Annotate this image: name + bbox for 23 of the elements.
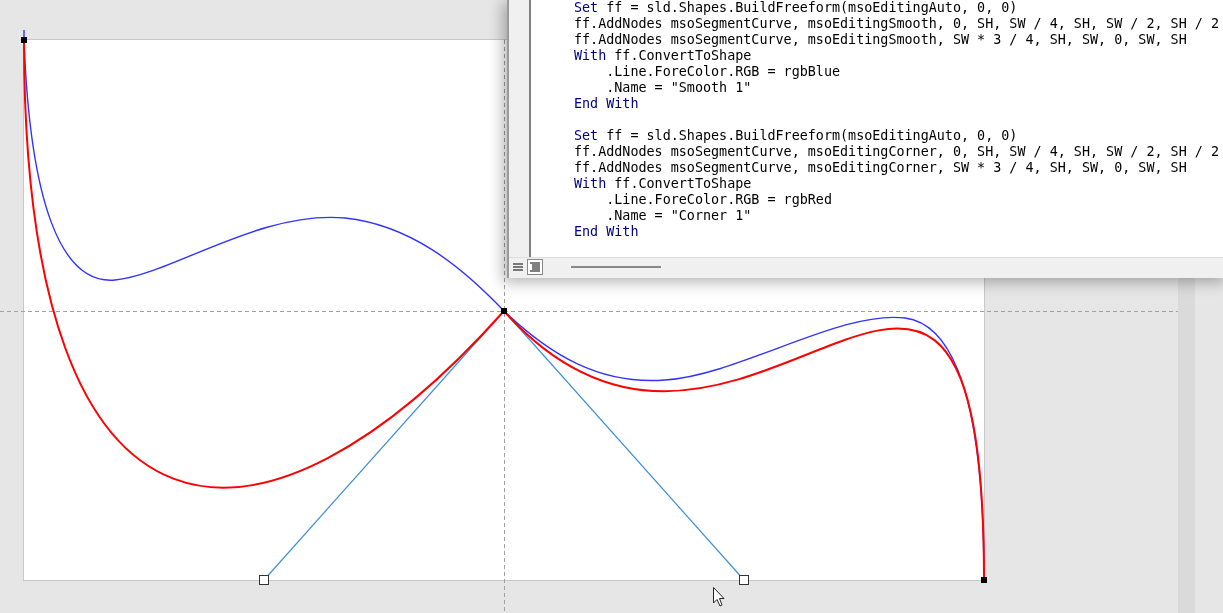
- code-line: Set ff = sld.Shapes.BuildFreeform(msoEditingAuto, 0, 0): [574, 128, 1019, 144]
- vertex-handle[interactable]: [981, 577, 987, 583]
- procedure-view-icon[interactable]: [511, 260, 525, 274]
- scrollbar-thumb[interactable]: [571, 266, 661, 268]
- code-line: End With: [574, 96, 640, 112]
- code-line: ff.AddNodes msoSegmentCurve, msoEditingCorner, SW * 3 / 4, SH, SW, 0, SW, SH: [574, 160, 1188, 176]
- code-line: ff.AddNodes msoSegmentCurve, msoEditingSmooth, 0, SH, SW / 4, SH, SW / 2, SH / 2: [574, 16, 1219, 32]
- code-line: With ff.ConvertToShape: [574, 48, 753, 64]
- code-line: ff.AddNodes msoSegmentCurve, msoEditingSmooth, SW * 3 / 4, SH, SW, 0, SW, SH: [574, 32, 1188, 48]
- control-handle[interactable]: [739, 575, 749, 585]
- code-line: End With: [574, 224, 640, 240]
- code-line: .Line.ForeColor.RGB = rgbRed: [605, 192, 833, 208]
- vertex-handle[interactable]: [501, 308, 507, 314]
- cursor-icon: [713, 587, 725, 607]
- module-view-icon[interactable]: [527, 259, 543, 275]
- vertex-handle[interactable]: [21, 37, 27, 43]
- code-line: ff.AddNodes msoSegmentCurve, msoEditingCorner, 0, SH, SW / 4, SH, SW / 2, SH / 2: [574, 144, 1219, 160]
- control-handle[interactable]: [259, 575, 269, 585]
- code-line: .Name = "Smooth 1": [605, 80, 753, 96]
- code-line: With ff.ConvertToShape: [574, 176, 753, 192]
- code-line: .Name = "Corner 1": [605, 208, 753, 224]
- code-line: .Line.ForeColor.RGB = rgbBlue: [605, 64, 842, 80]
- code-line: Set ff = sld.Shapes.BuildFreeform(msoEditingAuto, 0, 0): [574, 0, 1019, 16]
